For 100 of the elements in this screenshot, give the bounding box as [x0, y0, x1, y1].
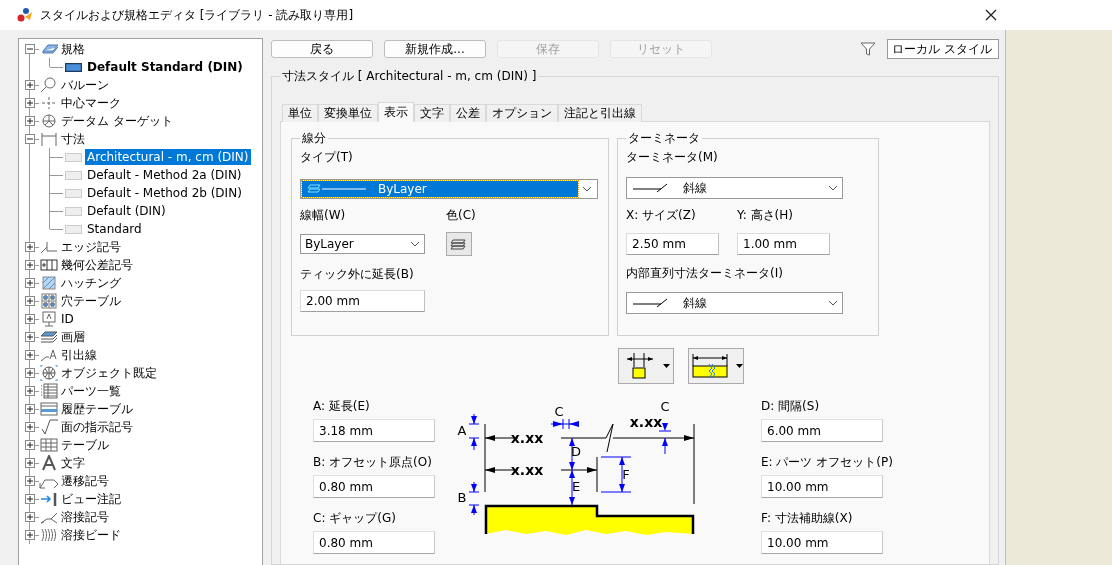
book-icon	[39, 41, 59, 57]
type-dropdown[interactable]: ByLayer	[300, 179, 598, 199]
collapse-toggle[interactable]	[25, 44, 35, 54]
expand-toggle[interactable]	[25, 404, 35, 414]
dimension-label: E	[571, 479, 581, 494]
tree-item[interactable]: Architectural - m, cm (DIN)	[85, 149, 251, 165]
measure-field[interactable]: 10.00 mm	[761, 531, 883, 554]
tab[interactable]: 単位	[282, 104, 318, 122]
expand-toggle[interactable]	[25, 440, 35, 450]
tree-item[interactable]: Default Standard (DIN)	[85, 59, 245, 75]
inner-terminator-dropdown[interactable]: 斜線	[626, 292, 843, 314]
measure-field[interactable]: 10.00 mm	[761, 475, 883, 498]
filter-dropdown[interactable]: ローカル スタイル	[887, 39, 999, 59]
tree-item[interactable]: 溶接ビード	[59, 525, 123, 545]
plus-icon	[27, 82, 33, 88]
collapse-toggle[interactable]	[25, 134, 35, 144]
terminator-dropdown[interactable]: 斜線	[626, 177, 843, 199]
expand-toggle[interactable]	[25, 80, 35, 90]
dimension-label: x.xx	[510, 462, 544, 478]
tab[interactable]: 文字	[414, 104, 450, 122]
tree-item[interactable]: Default - Method 2a (DIN)	[85, 167, 244, 183]
measure-field[interactable]: 3.18 mm	[313, 419, 435, 442]
tab[interactable]: 表示	[378, 102, 414, 122]
plus-icon	[27, 460, 33, 466]
dimension-label: D	[571, 444, 581, 459]
tree-item[interactable]: 寸法	[59, 129, 87, 149]
measure-field[interactable]: 0.80 mm	[313, 531, 435, 554]
globe-icon	[39, 365, 59, 381]
tree-item[interactable]: 規格	[59, 39, 87, 59]
tab[interactable]: 公差	[450, 104, 486, 122]
expand-toggle[interactable]	[25, 278, 35, 288]
line-width-dropdown[interactable]: ByLayer	[300, 234, 425, 254]
monitor-icon	[39, 311, 59, 327]
expand-toggle[interactable]	[25, 386, 35, 396]
tree-item[interactable]: パーツ一覧	[59, 381, 123, 401]
tree-item[interactable]: エッジ記号	[59, 237, 123, 257]
color-button[interactable]	[446, 232, 472, 256]
tree-item[interactable]: データム ターゲット	[59, 111, 175, 131]
plus-icon	[27, 298, 33, 304]
break-dropdown-button[interactable]	[688, 348, 744, 384]
expand-toggle[interactable]	[25, 458, 35, 468]
x-size-field[interactable]: 2.50 mm	[626, 233, 719, 255]
tree-item[interactable]: Standard	[85, 221, 144, 237]
plus-icon	[27, 532, 33, 538]
y-height-field[interactable]: 1.00 mm	[737, 233, 830, 255]
minus-icon	[27, 136, 33, 142]
expand-toggle[interactable]	[25, 332, 35, 342]
plus-icon	[27, 352, 33, 358]
expand-toggle[interactable]	[25, 368, 35, 378]
measure-field[interactable]: 0.80 mm	[313, 475, 435, 498]
tree-item[interactable]: ハッチング	[59, 273, 123, 293]
expand-toggle[interactable]	[25, 494, 35, 504]
field-label: B: オフセット原点(O)	[313, 454, 432, 471]
expand-toggle[interactable]	[25, 242, 35, 252]
placement-dropdown-button[interactable]	[618, 348, 674, 384]
expand-toggle[interactable]	[25, 98, 35, 108]
tree-item[interactable]: 画層	[59, 327, 87, 347]
tree-item[interactable]: 面の指示記号	[59, 417, 135, 437]
hatch-icon	[39, 275, 59, 291]
tree-item[interactable]: テーブル	[59, 435, 111, 455]
tree-item[interactable]: オブジェクト既定	[59, 363, 159, 383]
tree-item[interactable]: バルーン	[59, 75, 111, 95]
expand-toggle[interactable]	[25, 512, 35, 522]
extension-field[interactable]: 2.00 mm	[300, 290, 425, 312]
tab[interactable]: 変換単位	[318, 104, 378, 122]
dimension-icon	[39, 131, 59, 147]
layers-icon	[450, 238, 468, 250]
tree-item[interactable]: ビュー注記	[59, 489, 123, 509]
tree-item[interactable]: 溶接記号	[59, 507, 111, 527]
plus-icon	[27, 478, 33, 484]
expand-toggle[interactable]	[25, 116, 35, 126]
expand-toggle[interactable]	[25, 296, 35, 306]
expand-toggle[interactable]	[25, 476, 35, 486]
expand-toggle[interactable]	[25, 260, 35, 270]
plus-icon	[27, 514, 33, 520]
tab[interactable]: 注記と引出線	[558, 104, 642, 122]
plus-icon	[27, 424, 33, 430]
tree-item[interactable]: 引出線	[59, 345, 99, 365]
tree-item[interactable]: 穴テーブル	[59, 291, 123, 311]
expand-toggle[interactable]	[25, 350, 35, 360]
field-label: X: サイズ(Z)	[626, 207, 697, 224]
expand-toggle[interactable]	[25, 314, 35, 324]
expand-toggle[interactable]	[25, 530, 35, 540]
tree-item[interactable]: 幾何公差記号	[59, 255, 135, 275]
tree-item[interactable]: Default (DIN)	[85, 203, 168, 219]
tree-item[interactable]: ID	[59, 311, 76, 327]
expand-toggle[interactable]	[25, 422, 35, 432]
tree-item[interactable]: Default - Method 2b (DIN)	[85, 185, 244, 201]
tree-item[interactable]: 遷移記号	[59, 471, 111, 491]
plus-icon	[27, 316, 33, 322]
measure-field[interactable]: 6.00 mm	[761, 419, 883, 442]
tree-item[interactable]: 履歴テーブル	[59, 399, 135, 419]
target-icon	[39, 113, 59, 129]
tree-item[interactable]: 中心マーク	[59, 93, 123, 113]
tree-item[interactable]: 文字	[59, 453, 87, 473]
toolbar-button[interactable]: 新規作成...	[384, 40, 486, 58]
filter-icon[interactable]	[860, 41, 876, 57]
plus-icon	[27, 370, 33, 376]
toolbar-button[interactable]: 戻る	[271, 40, 373, 58]
tab[interactable]: オプション	[486, 104, 558, 122]
